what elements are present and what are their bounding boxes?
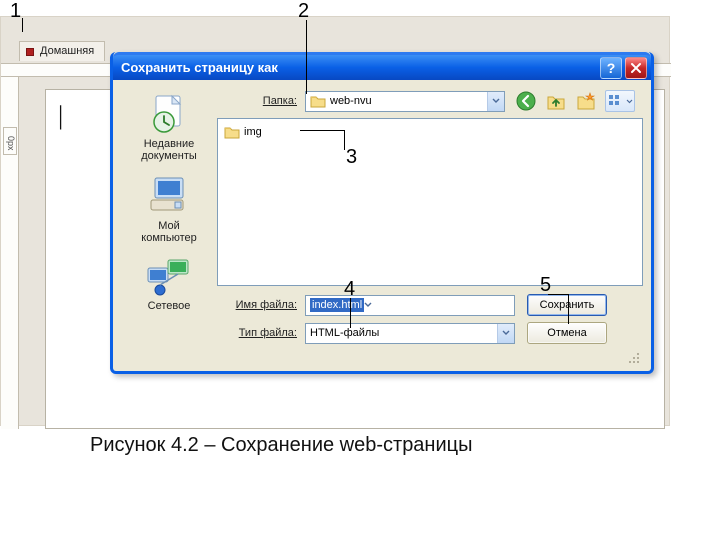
up-one-level-icon xyxy=(546,92,566,110)
filename-field[interactable]: index.html xyxy=(305,295,515,316)
callout-5-line-h xyxy=(548,294,568,295)
network-places-icon xyxy=(144,254,194,296)
place-my-computer[interactable]: Мой компьютер xyxy=(125,170,213,244)
resize-grip-icon xyxy=(626,350,640,364)
filename-label: Имя файла: xyxy=(217,299,305,311)
close-button[interactable] xyxy=(625,57,647,79)
filetype-label: Тип файла: xyxy=(217,327,305,339)
views-menu-icon xyxy=(608,94,624,108)
callout-1-label: 1 xyxy=(10,0,21,23)
new-folder-icon xyxy=(576,92,596,110)
recent-docs-icon xyxy=(146,92,192,134)
resize-grip[interactable] xyxy=(217,350,643,367)
callout-1-line xyxy=(22,18,23,32)
place-network[interactable]: Сетевое xyxy=(125,252,213,312)
folder-icon xyxy=(310,94,326,108)
callout-3-label: 3 xyxy=(346,146,357,169)
new-folder-button[interactable] xyxy=(575,90,597,112)
chevron-down-icon xyxy=(364,302,372,308)
filetype-value: HTML-файлы xyxy=(310,327,379,339)
tab-label: Домашняя xyxy=(40,45,94,57)
help-icon: ? xyxy=(607,60,616,76)
callout-4-line xyxy=(350,298,351,328)
vruler-zero: 0px xyxy=(3,127,17,155)
callout-2-line xyxy=(306,20,307,94)
callout-3-line-h xyxy=(300,130,344,131)
chevron-down-icon xyxy=(492,98,500,104)
filetype-dropdown-button[interactable] xyxy=(497,324,514,343)
chevron-down-icon xyxy=(626,99,633,104)
folder-label: Папка: xyxy=(217,95,305,107)
figure-caption: Рисунок 4.2 – Сохранение web-страницы xyxy=(90,434,472,457)
place-label: Недавние документы xyxy=(125,138,213,162)
place-label: Сетевое xyxy=(125,300,213,312)
file-list[interactable]: img xyxy=(217,118,643,286)
place-label: Мой компьютер xyxy=(125,220,213,244)
callout-2-label: 2 xyxy=(298,0,309,23)
folder-icon xyxy=(224,125,240,139)
up-one-level-button[interactable] xyxy=(545,90,567,112)
save-as-dialog: Сохранить страницу как ? Недавние докуме… xyxy=(110,52,654,374)
folder-value: web-nvu xyxy=(330,95,372,107)
chevron-down-icon xyxy=(502,330,510,336)
back-icon xyxy=(516,91,536,111)
views-menu-button[interactable] xyxy=(605,90,635,112)
filename-value: index.html xyxy=(310,298,364,312)
folder-combo[interactable]: web-nvu xyxy=(305,91,505,112)
back-button[interactable] xyxy=(515,90,537,112)
dialog-title: Сохранить страницу как xyxy=(121,60,597,75)
document-tab[interactable]: Домашняя xyxy=(19,41,105,61)
close-tab-icon[interactable] xyxy=(26,48,34,56)
help-button[interactable]: ? xyxy=(600,57,622,79)
text-caret: | xyxy=(58,101,63,131)
list-item[interactable]: img xyxy=(224,123,636,141)
my-computer-icon xyxy=(145,172,193,216)
save-button[interactable]: Сохранить xyxy=(527,294,607,316)
callout-5-line-v xyxy=(568,294,569,324)
callout-3-line-v xyxy=(344,130,345,150)
places-bar: Недавние документы Мой компьютер xyxy=(121,90,217,367)
folder-dropdown-button[interactable] xyxy=(487,92,504,111)
place-recent-documents[interactable]: Недавние документы xyxy=(125,90,213,162)
dialog-titlebar[interactable]: Сохранить страницу как ? xyxy=(113,52,651,80)
filetype-combo[interactable]: HTML-файлы xyxy=(305,323,515,344)
dialog-toolbar xyxy=(515,90,635,112)
cancel-button[interactable]: Отмена xyxy=(527,322,607,344)
filename-dropdown-button[interactable] xyxy=(364,302,372,308)
close-icon xyxy=(630,62,642,74)
list-item-label: img xyxy=(244,126,262,138)
